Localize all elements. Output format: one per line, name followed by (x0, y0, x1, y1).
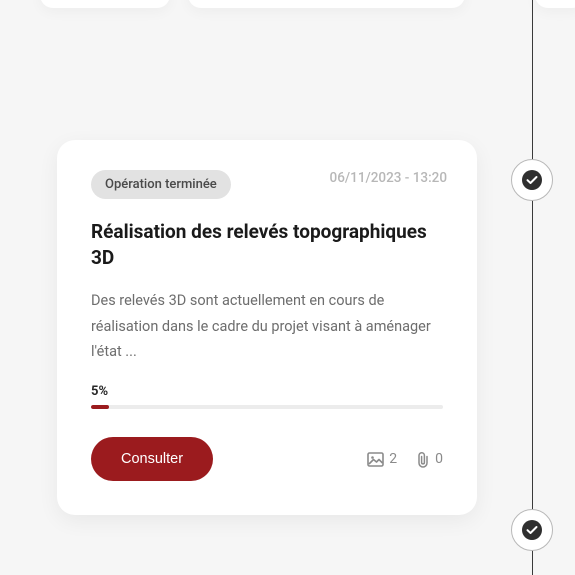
card-description: Des relevés 3D sont actuellement en cour… (91, 288, 443, 364)
image-count-value: 2 (389, 451, 397, 467)
timeline-marker (511, 159, 553, 201)
progress-track (91, 405, 443, 409)
attachment-count-value: 0 (435, 451, 443, 467)
card-footer: Consulter 2 0 (91, 437, 443, 481)
top-card (40, 0, 170, 8)
meta-group: 2 0 (367, 451, 443, 468)
check-circle-icon (522, 170, 542, 190)
paperclip-icon (415, 451, 430, 468)
card-title: Réalisation des relevés topographiques 3… (91, 219, 443, 270)
progress-area: 5% (91, 384, 443, 409)
top-card-row (0, 0, 575, 8)
progress-label: 5% (91, 384, 443, 399)
check-circle-icon (522, 520, 542, 540)
timeline-line (532, 0, 533, 575)
image-count: 2 (367, 451, 397, 468)
progress-fill (91, 405, 109, 409)
status-badge: Opération terminée (91, 170, 231, 199)
operation-card: Opération terminée 06/11/2023 - 13:20 Ré… (57, 140, 477, 515)
timeline-marker (511, 509, 553, 551)
attachment-count: 0 (415, 451, 443, 468)
timestamp: 06/11/2023 - 13:20 (330, 170, 447, 186)
top-card (535, 0, 575, 8)
top-card (188, 0, 465, 8)
image-icon (367, 451, 384, 468)
consult-button[interactable]: Consulter (91, 437, 213, 481)
